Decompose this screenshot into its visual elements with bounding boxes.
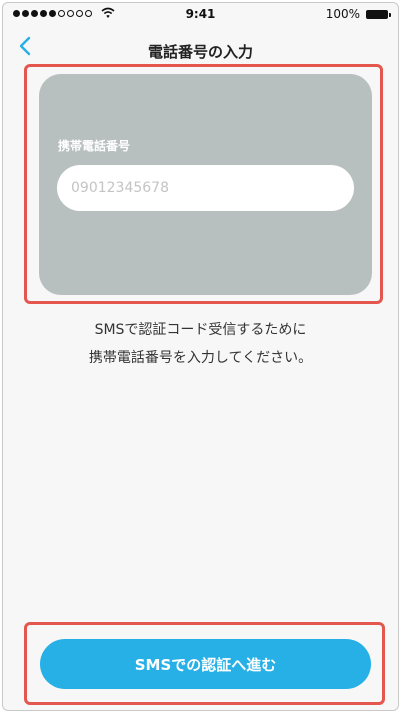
navigation-bar: 電話番号の入力 xyxy=(3,25,398,67)
status-bar: 9:41 100% xyxy=(3,3,398,25)
instruction-line-2: 携帯電話番号を入力してください。 xyxy=(88,350,313,366)
battery-percent: 100% xyxy=(325,7,360,21)
button-area-highlight xyxy=(24,622,385,705)
instruction-line-1: SMSで認証コード受信するために xyxy=(94,322,307,338)
phone-frame: 9:41 100% 電話番号の入力 携帯電話番号 SMSで認証コード受信するため… xyxy=(2,2,399,711)
page-title: 電話番号の入力 xyxy=(147,43,253,61)
input-area-highlight xyxy=(24,64,383,304)
battery-icon xyxy=(366,10,391,19)
